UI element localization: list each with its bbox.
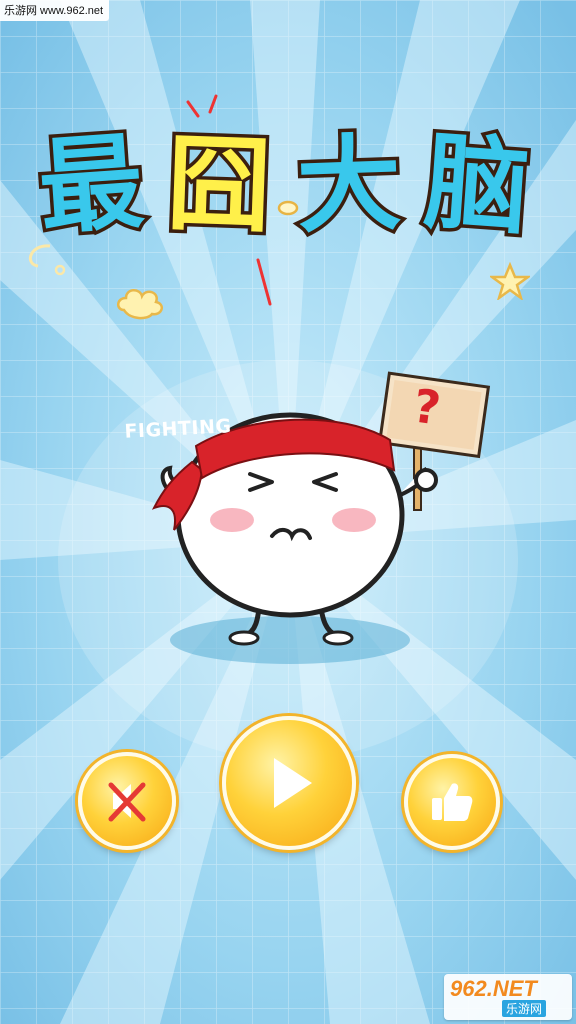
play-button[interactable]: [222, 716, 356, 850]
source-watermark: 乐游网 www.962.net: [0, 0, 110, 21]
watermark-sub: 乐游网: [502, 1000, 547, 1017]
title-char-1: 最: [31, 117, 150, 253]
star-icon: [490, 262, 530, 300]
play-icon: [274, 758, 312, 808]
watermark-brand: 962.NET: [450, 976, 537, 1001]
cloud-puff-icon: [117, 289, 164, 320]
game-home-screen: 乐游网 www.962.net 最 囧 大 脑 FIGHTING ? 962.N…: [0, 0, 576, 1024]
like-button[interactable]: [404, 754, 500, 850]
sound-toggle-button[interactable]: [78, 752, 176, 850]
title-char-2: 囧: [161, 119, 276, 252]
game-title: 最 囧 大 脑: [30, 117, 550, 260]
site-watermark: 962.NET 乐游网: [444, 974, 572, 1020]
speaker-muted-icon: [108, 782, 146, 822]
title-char-4: 脑: [417, 117, 536, 253]
title-char-3: 大: [291, 119, 406, 252]
spark-line-icon: [256, 258, 272, 306]
question-sign-label: ?: [410, 378, 444, 436]
thumbs-up-icon: [432, 783, 473, 821]
